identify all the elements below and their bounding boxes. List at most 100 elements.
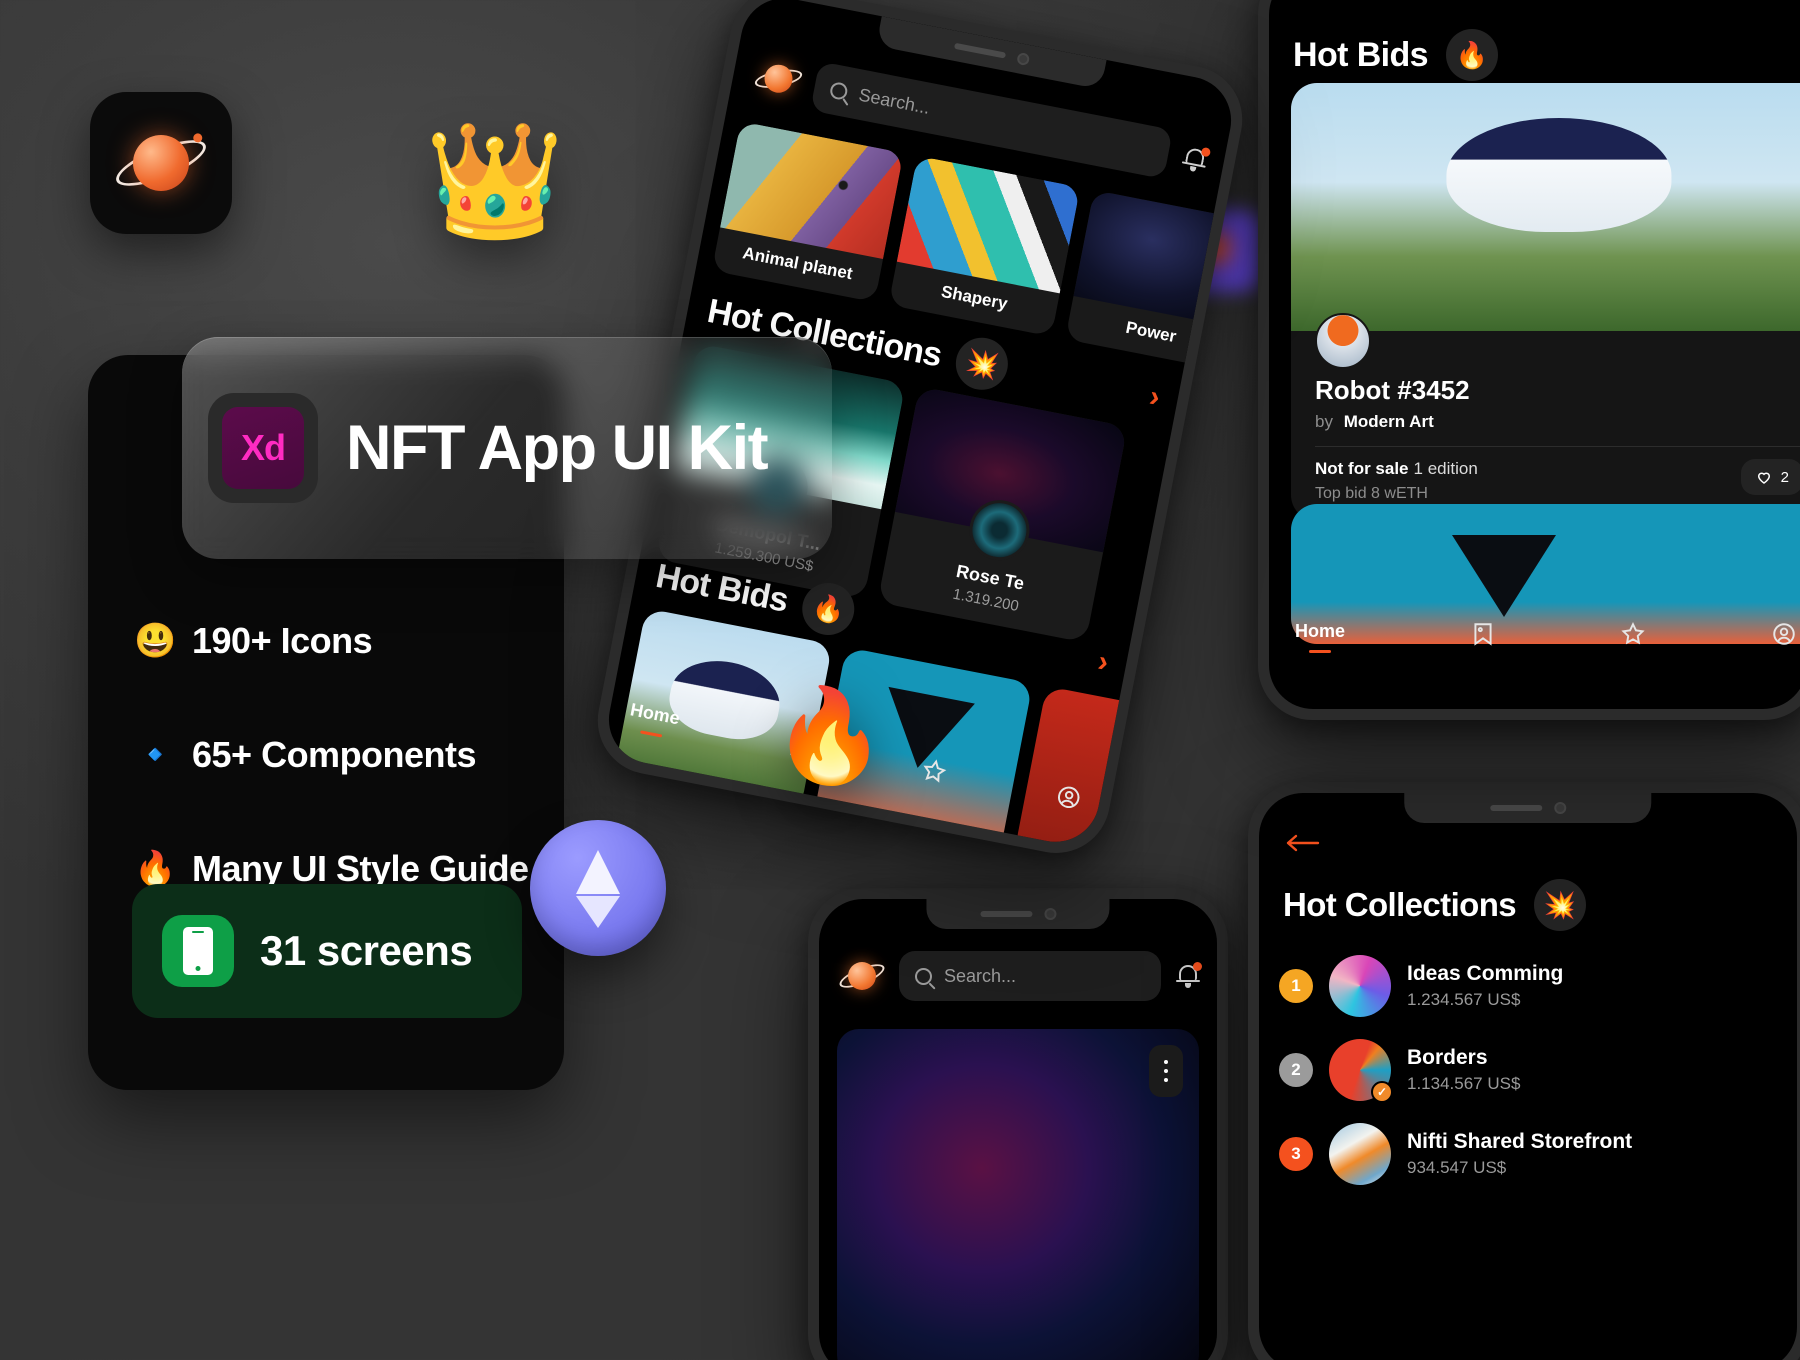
profile-icon <box>1057 786 1080 809</box>
adobe-xd-label: Xd <box>222 407 304 489</box>
collision-emoji-chip: 💥 <box>951 333 1013 395</box>
page-title: Hot Bids <box>1293 35 1429 74</box>
feature-item-components: 🔹 65+ Components <box>134 734 534 776</box>
rank-badge: 1 <box>1279 969 1313 1003</box>
diamond-emoji: 🔹 <box>134 736 177 774</box>
status-badge: Not for sale 1 edition <box>1315 459 1478 479</box>
star-icon <box>1621 622 1645 645</box>
active-indicator <box>1309 650 1331 653</box>
sidebar-item-favorites[interactable] <box>1620 621 1646 647</box>
list-item[interactable]: 1 Ideas Comming 1.234.567 US$ <box>1279 955 1787 1017</box>
collection-name: Ideas Comming <box>1407 962 1564 985</box>
saturn-logo-icon <box>836 953 888 999</box>
saturn-ball <box>133 135 189 191</box>
fire-emoji-chip: 🔥 <box>1445 29 1498 81</box>
collection-price: 1.234.567 US$ <box>1407 990 1521 1009</box>
star-icon <box>923 759 947 783</box>
verified-badge-icon: ✓ <box>1371 1081 1393 1103</box>
sidebar-item-profile[interactable] <box>1771 621 1797 647</box>
search-placeholder: Search... <box>857 84 932 118</box>
divider <box>1315 446 1800 447</box>
chevron-right-icon[interactable]: › <box>1095 645 1111 680</box>
fire-emoji: 🔥 <box>134 850 177 888</box>
screens-badge: 31 screens <box>132 884 522 1018</box>
notifications-bell-icon[interactable] <box>1175 962 1202 989</box>
notifications-bell-icon[interactable] <box>1179 144 1212 174</box>
sale-status: Not for sale <box>1315 459 1409 478</box>
bid-card[interactable] <box>1014 686 1234 850</box>
saturn-planet-app-icon <box>90 92 232 234</box>
hero-title-bar: Xd NFT App UI Kit <box>182 337 832 559</box>
list-item[interactable]: 3 Nifti Shared Storefront 934.547 US$ <box>1279 1123 1787 1185</box>
list-item[interactable]: 2 ✓ Borders 1.134.567 US$ <box>1279 1039 1787 1103</box>
search-icon <box>828 80 849 101</box>
right-phone-screen: Hot Bids 🔥 Robot #3452 by Modern Art Not… <box>1269 0 1800 709</box>
top-bid-label: Top bid 8 wETH <box>1315 485 1428 502</box>
adobe-xd-icon: Xd <box>208 393 318 503</box>
gallery-icon <box>1474 623 1492 646</box>
feature-item-icons: 😃 190+ Icons <box>134 620 534 662</box>
edition-count: 1 edition <box>1413 459 1478 478</box>
grinning-face-emoji: 😃 <box>134 622 177 660</box>
collection-name: Nifti Shared Storefront <box>1407 1130 1633 1153</box>
mobile-phone-icon <box>162 915 234 987</box>
collection-price: 1.134.567 US$ <box>1407 1074 1521 1093</box>
page-title: Hot Collections <box>1283 886 1517 923</box>
avatar <box>1315 313 1371 369</box>
saturn-logo-icon <box>752 52 806 106</box>
fire-emoji-large: 🔥 <box>772 685 887 787</box>
bottom-center-phone-screen: Search... <box>819 899 1217 1360</box>
by-label: by <box>1315 412 1333 431</box>
sidebar-item-profile[interactable] <box>1053 782 1083 812</box>
page-title: NFT App UI Kit <box>346 413 769 483</box>
nav-label: Home <box>1295 621 1346 641</box>
search-placeholder: Search... <box>944 965 1017 986</box>
heart-icon <box>1757 472 1770 484</box>
promo-stage: 👑 😃 190+ Icons 🔹 65+ Components 🔥 Many U… <box>0 0 1800 1360</box>
hot-bids-header: Hot Bids 🔥 <box>1293 29 1498 81</box>
collection-name: Borders <box>1407 1046 1488 1069</box>
bottom-center-phone-mockup: Search... <box>808 888 1228 1360</box>
rank-badge: 3 <box>1279 1137 1313 1171</box>
rank-badge: 2 <box>1279 1053 1313 1087</box>
like-count: 2 <box>1780 468 1789 486</box>
fire-emoji-chip: 🔥 <box>798 578 860 640</box>
collision-emoji-chip: 💥 <box>1534 879 1587 931</box>
ethereum-coin <box>530 820 666 956</box>
collection-price: 934.547 US$ <box>1407 1158 1507 1177</box>
chevron-right-icon[interactable]: › <box>1146 380 1163 415</box>
phone-notch <box>926 899 1110 929</box>
hot-collections-header: Hot Collections 💥 <box>1283 879 1777 931</box>
feature-label: 190+ Icons <box>192 620 373 661</box>
sidebar-item-favorites[interactable] <box>919 756 949 786</box>
bid-detail-card[interactable]: Robot #3452 by Modern Art Not for sale 1 … <box>1291 83 1800 521</box>
like-button[interactable]: 2 <box>1740 459 1800 495</box>
back-arrow-icon[interactable] <box>1285 833 1321 853</box>
screens-count-label: 31 screens <box>260 927 473 974</box>
avatar <box>1329 1123 1391 1185</box>
bottom-right-phone-mockup: Hot Collections 💥 1 Ideas Comming 1.234.… <box>1248 782 1800 1360</box>
feature-label: 65+ Components <box>192 734 477 775</box>
nft-title: Robot #3452 <box>1315 375 1470 405</box>
phone-notch <box>1404 793 1652 823</box>
search-input[interactable]: Search... <box>899 951 1161 1001</box>
saturn-glyph <box>110 117 212 209</box>
more-options-icon[interactable] <box>1149 1045 1183 1097</box>
bottom-right-phone-screen: Hot Collections 💥 1 Ideas Comming 1.234.… <box>1259 793 1797 1360</box>
sidebar-item-home[interactable]: Home <box>1295 621 1345 653</box>
bottom-center-header: Search... <box>836 951 1202 1001</box>
category-card[interactable]: Animal planet <box>711 121 904 303</box>
right-phone-mockup: Hot Bids 🔥 Robot #3452 by Modern Art Not… <box>1258 0 1800 720</box>
search-icon <box>915 967 932 985</box>
featured-artwork[interactable] <box>837 1029 1199 1360</box>
profile-icon <box>1773 623 1795 645</box>
bottom-navigation: Home <box>1295 621 1797 653</box>
avatar: ✓ <box>1329 1039 1393 1103</box>
nft-cover-image <box>1291 83 1800 331</box>
avatar <box>1329 955 1391 1017</box>
crown-emoji: 👑 <box>425 118 565 243</box>
collection-ranking-list: 1 Ideas Comming 1.234.567 US$ 2 ✓ Border… <box>1279 955 1787 1207</box>
sidebar-item-gallery[interactable] <box>1470 621 1496 647</box>
nft-author: Modern Art <box>1343 412 1434 431</box>
category-card[interactable]: Shapery <box>888 155 1081 337</box>
